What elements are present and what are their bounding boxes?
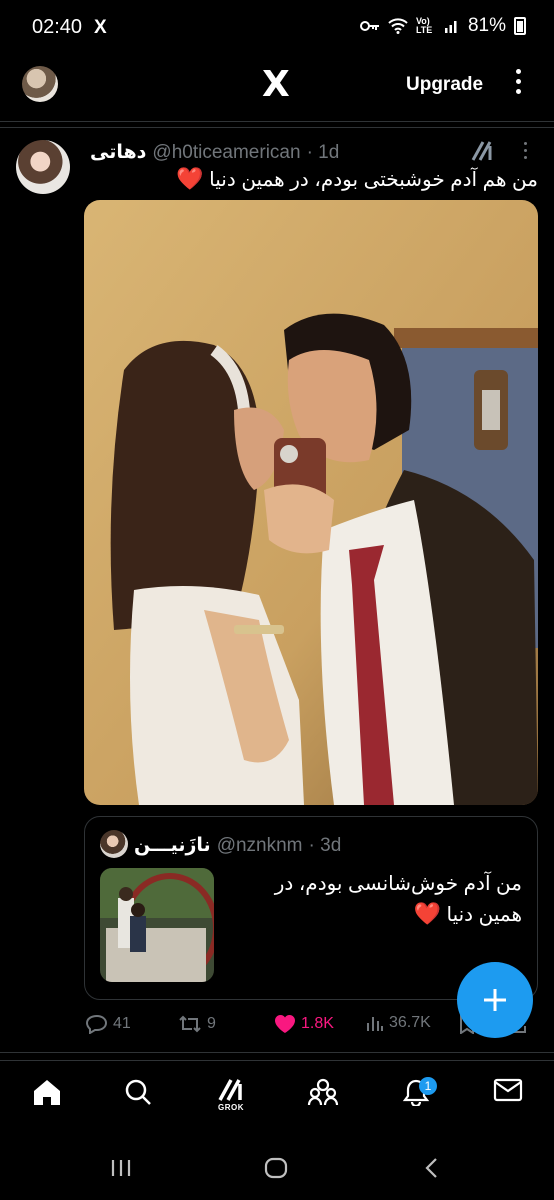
status-bar: 02:40 X Vo) LTE 81% — [0, 0, 554, 58]
notifications-badge: 1 — [419, 1077, 437, 1095]
tweet-author-avatar[interactable] — [16, 140, 70, 194]
reply-icon — [86, 1014, 108, 1034]
x-notification-icon: X — [94, 17, 107, 38]
quoted-header: نازَنیـــن @nznknm · 3d — [134, 834, 341, 857]
grok-icon — [218, 1079, 242, 1101]
tweet-text: من هم آدم خوشبختی بودم، در همین دنیا ❤️ — [98, 166, 538, 192]
like-button[interactable]: 1.8K — [274, 1014, 334, 1034]
quoted-author-name: نازَنیـــن — [134, 835, 211, 856]
battery-icon — [514, 17, 526, 35]
profile-avatar[interactable] — [22, 66, 58, 102]
views-icon — [367, 1017, 383, 1031]
tweet-time: · 1d — [306, 141, 340, 163]
views-count: 36.7K — [389, 1014, 431, 1031]
key-icon — [359, 21, 379, 31]
bottom-nav — [0, 1060, 554, 1145]
communities-icon — [307, 1078, 339, 1106]
quoted-text-body: من آدم خوش‌شانسی بودم، در همین دنیا — [274, 873, 522, 926]
feed-divider — [0, 1052, 554, 1053]
header-divider — [0, 121, 554, 122]
heart-filled-icon — [275, 1015, 295, 1033]
reply-button[interactable]: 41 — [86, 1014, 131, 1034]
recent-apps-icon[interactable] — [110, 1158, 132, 1183]
tweet-more-icon[interactable] — [524, 142, 527, 163]
grok-explain-icon[interactable] — [470, 140, 494, 168]
status-time: 02:40 — [32, 16, 83, 38]
quoted-heart-emoji: ❤️ — [413, 901, 441, 926]
home-system-icon[interactable] — [264, 1157, 288, 1184]
upgrade-button[interactable]: Upgrade — [406, 74, 483, 96]
search-icon — [125, 1079, 151, 1105]
battery-percent: 81% — [467, 15, 506, 36]
status-right: Vo) LTE 81% — [359, 15, 526, 37]
heart-emoji: ❤️ — [176, 166, 204, 191]
nav-search[interactable] — [118, 1078, 158, 1124]
quoted-author-avatar — [100, 830, 128, 858]
quoted-author-handle: @nznknm — [216, 834, 303, 856]
tweet-header: دهاتی @h0ticeamerican · 1d — [90, 141, 339, 164]
quoted-photo[interactable] — [100, 868, 214, 982]
repost-icon — [179, 1015, 201, 1033]
more-options-icon[interactable] — [516, 69, 522, 99]
nav-messages[interactable] — [488, 1078, 528, 1124]
tweet-photo[interactable] — [84, 200, 538, 805]
home-icon — [34, 1080, 60, 1105]
back-icon[interactable] — [424, 1157, 440, 1184]
repost-button[interactable]: 9 — [178, 1014, 216, 1034]
compose-button[interactable] — [457, 962, 533, 1038]
x-logo-icon[interactable]: X — [262, 64, 290, 105]
quoted-time: · 3d — [308, 834, 342, 856]
views-button[interactable]: 36.7K — [366, 1014, 431, 1032]
plus-icon — [484, 989, 506, 1011]
like-count: 1.8K — [301, 1015, 334, 1032]
lte-indicator: Vo) LTE — [415, 16, 433, 35]
tweet-author-name[interactable]: دهاتی — [90, 141, 146, 164]
wifi-icon — [388, 18, 408, 34]
messages-icon — [493, 1078, 523, 1102]
tweet-text-body: من هم آدم خوشبختی بودم، در همین دنیا — [209, 169, 538, 191]
repost-count: 9 — [207, 1015, 216, 1032]
header-divider-2 — [0, 127, 554, 128]
tweet-author-handle[interactable]: @h0ticeamerican — [152, 142, 300, 164]
grok-label: GROK — [218, 1103, 244, 1112]
nav-communities[interactable] — [303, 1078, 343, 1124]
nav-grok[interactable]: GROK — [211, 1078, 251, 1124]
reply-count: 41 — [113, 1015, 131, 1032]
quoted-text: من آدم خوش‌شانسی بودم، در همین دنیا ❤️ — [230, 870, 522, 930]
nav-home[interactable] — [27, 1078, 67, 1124]
signal-icon — [444, 21, 457, 33]
